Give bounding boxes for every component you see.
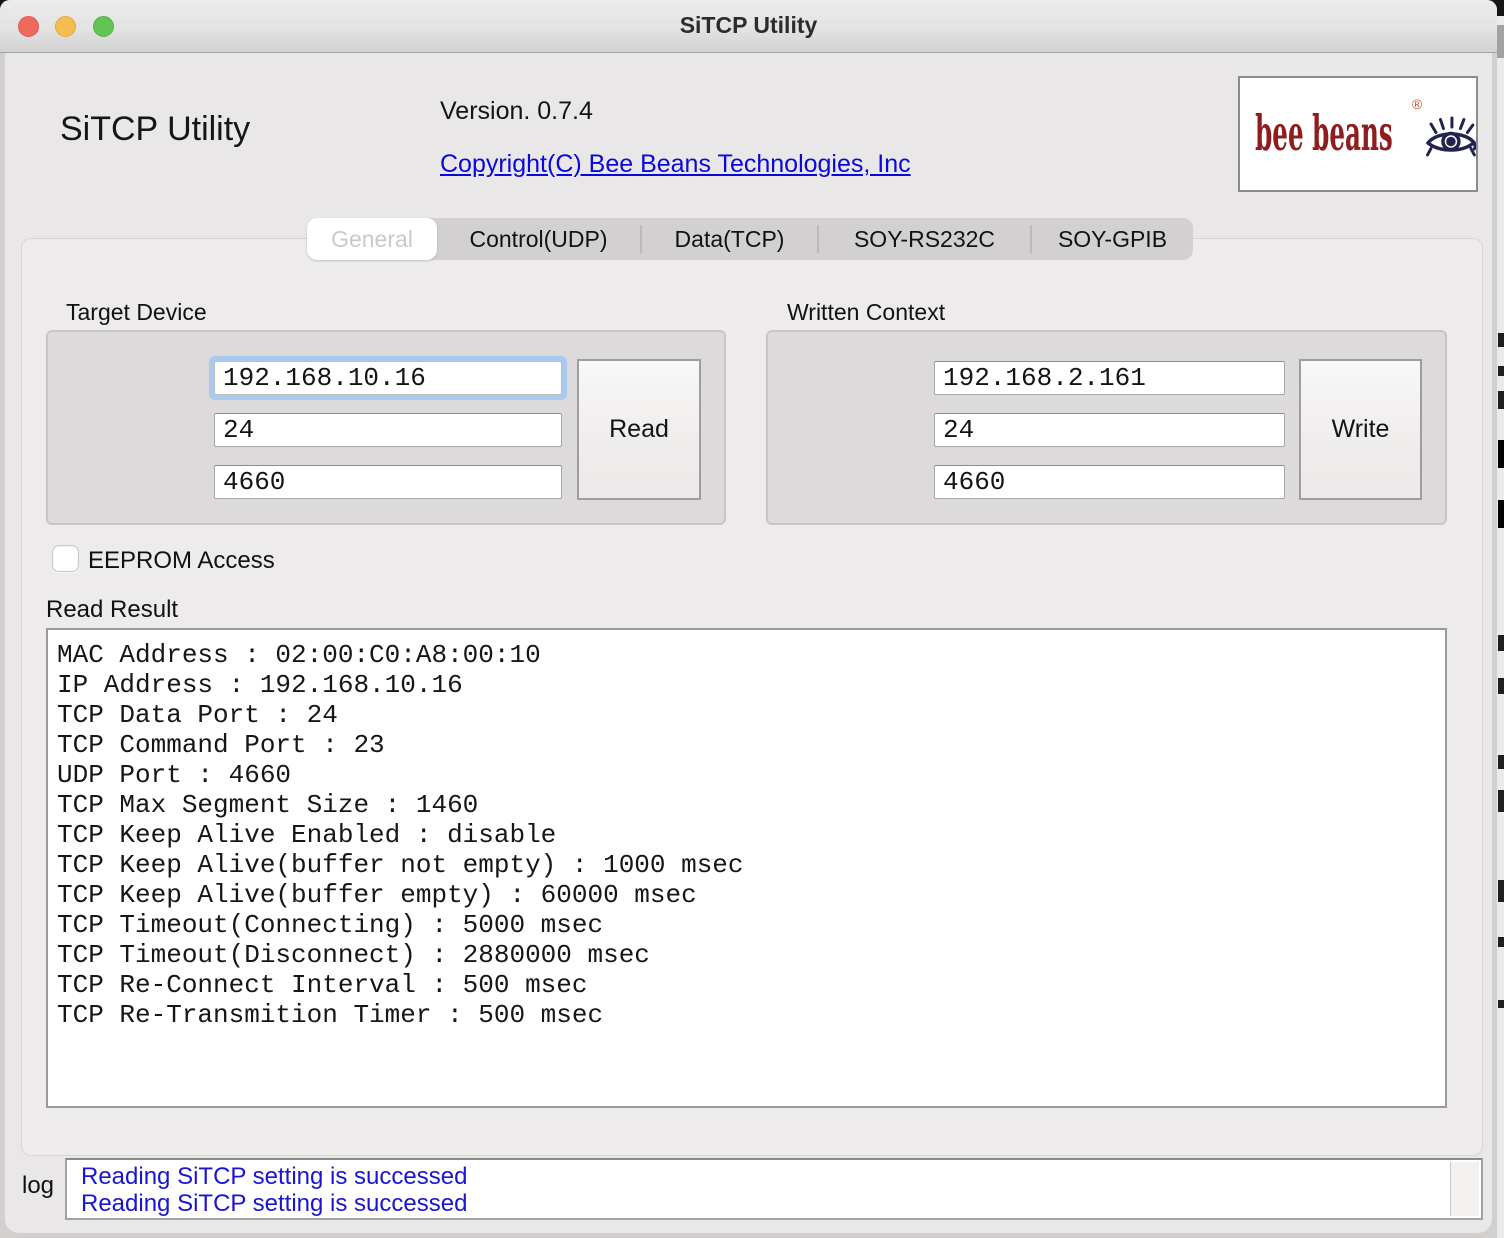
tab-data-tcp[interactable]: Data(TCP) xyxy=(642,218,817,260)
background-mark xyxy=(1498,790,1504,812)
app-window: SiTCP Utility SiTCP Utility Version. 0.7… xyxy=(0,0,1497,1238)
eeprom-access-checkbox[interactable] xyxy=(52,545,79,572)
background-mark xyxy=(1497,25,1504,58)
read-result-line: TCP Keep Alive(buffer not empty) : 1000 … xyxy=(57,850,1445,880)
tab-control-udp-label: Control(UDP) xyxy=(469,226,607,253)
minimize-button[interactable] xyxy=(55,16,76,37)
background-mark xyxy=(1498,391,1504,409)
close-button[interactable] xyxy=(18,16,39,37)
read-result-line: TCP Keep Alive(buffer empty) : 60000 mse… xyxy=(57,880,1445,910)
tab-soy-rs232c-label: SOY-RS232C xyxy=(854,226,995,253)
tab-data-tcp-label: Data(TCP) xyxy=(675,226,785,253)
log-textarea[interactable]: Reading SiTCP setting is successed Readi… xyxy=(65,1158,1483,1220)
copyright-link[interactable]: Copyright(C) Bee Beans Technologies, Inc xyxy=(440,150,911,179)
read-result-title: Read Result xyxy=(46,596,178,624)
background-mark xyxy=(1498,678,1504,694)
bee-beans-logo: bee beans ® xyxy=(1238,76,1478,192)
read-button[interactable]: Read xyxy=(577,359,701,500)
log-entry: Reading SiTCP setting is successed xyxy=(81,1190,1481,1217)
registered-trademark-icon: ® xyxy=(1412,96,1422,112)
read-result-line: TCP Re-Connect Interval : 500 msec xyxy=(57,970,1445,1000)
written-udp-port-input[interactable] xyxy=(934,465,1285,499)
read-result-line: TCP Re-Transmition Timer : 500 msec xyxy=(57,1000,1445,1030)
background-mark xyxy=(1498,635,1504,651)
tab-bar: General Control(UDP) Data(TCP) SOY-RS232… xyxy=(307,218,1193,260)
tab-soy-gpib[interactable]: SOY-GPIB xyxy=(1032,218,1193,260)
read-result-line: IP Address : 192.168.10.16 xyxy=(57,670,1445,700)
version-label: Version. 0.7.4 xyxy=(440,97,593,126)
read-result-line: TCP Keep Alive Enabled : disable xyxy=(57,820,1445,850)
target-udp-port-input[interactable] xyxy=(214,465,562,499)
eye-icon xyxy=(1426,99,1476,177)
background-mark xyxy=(1498,755,1504,769)
tab-soy-gpib-label: SOY-GPIB xyxy=(1058,226,1167,253)
read-result-line: TCP Command Port : 23 xyxy=(57,730,1445,760)
log-label: log xyxy=(22,1172,54,1200)
written-context-title: Written Context xyxy=(787,299,945,326)
background-mark xyxy=(1498,333,1504,347)
window-title: SiTCP Utility xyxy=(0,0,1497,51)
tab-general-label: General xyxy=(331,226,413,253)
app-title: SiTCP Utility xyxy=(60,110,250,149)
written-tcp-port-input[interactable] xyxy=(934,413,1285,447)
target-tcp-port-input[interactable] xyxy=(214,413,562,447)
background-window-sliver xyxy=(1497,0,1504,1238)
log-scrollbar[interactable] xyxy=(1450,1162,1479,1216)
background-mark xyxy=(1498,366,1504,376)
log-entry: Reading SiTCP setting is successed xyxy=(81,1163,1481,1190)
read-result-line: TCP Max Segment Size : 1460 xyxy=(57,790,1445,820)
tab-control-udp[interactable]: Control(UDP) xyxy=(437,218,640,260)
background-mark xyxy=(1498,440,1504,468)
background-mark xyxy=(1498,937,1504,947)
tab-general[interactable]: General xyxy=(307,218,437,260)
read-result-line: TCP Timeout(Connecting) : 5000 msec xyxy=(57,910,1445,940)
tab-soy-rs232c[interactable]: SOY-RS232C xyxy=(819,218,1030,260)
background-mark xyxy=(1498,1000,1504,1008)
target-ip-input[interactable] xyxy=(214,361,562,395)
written-ip-input[interactable] xyxy=(934,361,1285,395)
read-result-line: TCP Data Port : 24 xyxy=(57,700,1445,730)
read-result-line: TCP Timeout(Disconnect) : 2880000 msec xyxy=(57,940,1445,970)
background-mark xyxy=(1498,500,1504,528)
eeprom-access-label: EEPROM Access xyxy=(88,547,275,575)
written-context-group: IP Address TCP Port UDP Port Write xyxy=(766,330,1447,525)
window-titlebar[interactable]: SiTCP Utility xyxy=(0,0,1497,53)
read-result-line: UDP Port : 4660 xyxy=(57,760,1445,790)
zoom-button[interactable] xyxy=(93,16,114,37)
target-device-title: Target Device xyxy=(66,299,207,326)
logo-brand-text: bee beans xyxy=(1255,106,1393,163)
target-device-group: IP Address TCP Port UDP Port Read xyxy=(46,330,726,525)
read-result-textarea[interactable]: MAC Address : 02:00:C0:A8:00:10 IP Addre… xyxy=(46,628,1447,1108)
screen-corner xyxy=(1497,0,1504,16)
write-button[interactable]: Write xyxy=(1299,359,1422,500)
read-result-line: MAC Address : 02:00:C0:A8:00:10 xyxy=(57,640,1445,670)
background-mark xyxy=(1498,880,1504,902)
